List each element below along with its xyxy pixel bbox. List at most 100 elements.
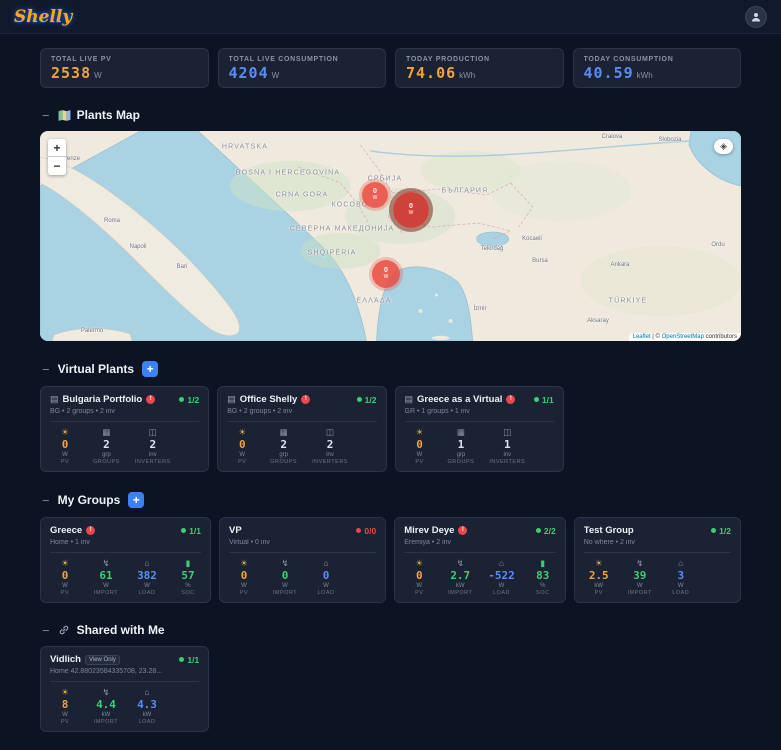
home-icon: ⌂: [678, 557, 684, 568]
stat-value: 1: [503, 437, 511, 451]
stat-number: 2538: [51, 64, 92, 82]
plant-card[interactable]: VP 0/0 Virtual • 0 inv ☀ 0 W PV ↯ 0 W IM…: [219, 517, 387, 604]
card-stat: ⌂ -522 W LOAD: [488, 558, 515, 597]
bolt-icon: ↯: [281, 557, 289, 568]
stat-unit: inv: [326, 451, 334, 458]
card-name: Greece: [50, 525, 83, 537]
battery-icon: ▮: [540, 557, 546, 568]
home-icon: ⌂: [498, 557, 505, 568]
zoom-in-button[interactable]: +: [48, 139, 66, 157]
plant-card[interactable]: ▤ Bulgaria Portfolio ! 1/2 BG • 2 groups…: [40, 386, 210, 473]
collapse-button[interactable]: −: [40, 109, 52, 122]
stat-unit: kW: [594, 582, 604, 589]
stat-unit: kWh: [636, 71, 653, 80]
shared-with-me-grid: Vidlich View Only 1/1 Home 42.8802358433…: [40, 646, 741, 733]
plants-map[interactable]: Firenze Hrvatska Bosna i Hercegovina Crna G…: [40, 131, 741, 341]
stat-unit: W: [282, 582, 288, 589]
stat-label: PV: [238, 459, 247, 466]
map-layers-control[interactable]: ◈: [714, 139, 733, 154]
stat-value: 4.4: [96, 697, 116, 711]
groups-icon: ▦: [102, 426, 111, 437]
stat-value: 40.59 kWh: [584, 66, 731, 81]
stat-unit: W: [241, 582, 247, 589]
stat-value: 8: [61, 697, 69, 711]
stat-label: INVERTERS: [134, 459, 171, 466]
stat-label: INVERTERS: [312, 459, 348, 466]
card-subtitle: Home • 1 inv: [50, 538, 90, 546]
building-icon: ▤: [227, 394, 236, 404]
stat-unit: inv: [148, 451, 157, 458]
card-stats-row: ☀ 2.5 kW PV ↯ 39 W IMPORT ⌂ 3 W LOAD: [584, 558, 731, 597]
stat-unit: W: [62, 711, 68, 718]
stat-unit: W: [239, 451, 246, 458]
status-dot: [533, 397, 539, 402]
home-icon: ⌂: [144, 686, 150, 697]
stat-label: IMPORT: [93, 719, 119, 726]
user-avatar-button[interactable]: [745, 5, 767, 28]
stat-value: 3: [677, 568, 685, 582]
status-dot: [535, 528, 541, 534]
groups-icon: ▦: [456, 426, 465, 437]
collapse-button[interactable]: −: [40, 624, 52, 637]
add-group-button[interactable]: +: [128, 492, 145, 509]
stat-number: 40.59: [583, 64, 634, 82]
stat-unit: grp: [102, 451, 111, 458]
stat-value: 2: [280, 437, 287, 451]
stat-value: 382: [137, 568, 157, 582]
divider: [229, 551, 377, 553]
card-stat: ⌂ 3 W LOAD: [668, 558, 694, 597]
leaflet-link[interactable]: Leaflet: [633, 334, 651, 340]
plant-cluster-marker[interactable]: 0W: [362, 182, 388, 208]
plant-card[interactable]: Greece ! 1/1 Home • 1 inv ☀ 0 W PV ↯ 61 …: [40, 517, 211, 604]
attribution-suffix: contributors: [703, 334, 737, 340]
status-count: 1/1: [189, 525, 201, 536]
plant-card[interactable]: Mirev Deye ! 2/2 Eremiya • 2 inv ☀ 0 W P…: [394, 517, 566, 604]
card-subtitle: BG • 2 groups • 2 inv: [227, 407, 293, 415]
plant-card[interactable]: ▤ Greece as a Virtual ! 1/1 GR • 1 group…: [394, 386, 564, 473]
card-stats-row: ☀ 0 W PV ▦ 2 grp GROUPS ◫ 2 inv INVERTER…: [227, 427, 376, 466]
stat-label: PV: [60, 719, 70, 726]
plant-card[interactable]: Vidlich View Only 1/1 Home 42.8802358433…: [40, 646, 210, 733]
sun-icon: ☀: [240, 557, 248, 568]
plant-card[interactable]: Test Group 1/2 No where • 2 inv ☀ 2.5 kW…: [573, 517, 741, 604]
plant-cluster-marker[interactable]: 0W: [393, 192, 429, 228]
collapse-button[interactable]: −: [40, 363, 52, 376]
shelly-logo[interactable]: Shelly: [14, 7, 72, 27]
plant-card[interactable]: ▤ Office Shelly ! 1/2 BG • 2 groups • 2 …: [217, 386, 387, 473]
sun-icon: ☀: [61, 686, 69, 697]
layers-icon: ◈: [720, 141, 727, 151]
card-stats-row: ☀ 0 W PV ↯ 0 W IMPORT ⌂ 0 W LOAD: [229, 558, 376, 597]
sun-icon: ☀: [61, 557, 69, 568]
divider: [50, 420, 200, 422]
add-virtual-plant-button[interactable]: +: [142, 361, 159, 377]
map-attribution: Leaflet | © OpenStreetMap contributors: [628, 333, 741, 341]
shared-with-me-section-head: − Shared with Me: [40, 623, 741, 637]
card-stats-row: ☀ 0 W PV ▦ 1 grp GROUPS ◫ 1 inv INVERTER…: [405, 427, 554, 466]
section-title: My Groups: [57, 493, 121, 508]
online-status: 1/2: [179, 395, 199, 405]
online-status: 1/2: [356, 395, 377, 405]
status-dot: [356, 528, 362, 534]
stat-value: 39: [633, 568, 647, 582]
card-stat: ◫ 2 inv INVERTERS: [312, 427, 348, 466]
card-stat: ☀ 0 W PV: [52, 427, 78, 466]
stat-label: PV: [60, 590, 70, 597]
card-name: Office Shelly: [239, 394, 298, 405]
stat-value: 1: [457, 437, 465, 451]
stat-value: 2.5: [588, 568, 609, 582]
stat-value: 57: [181, 568, 195, 582]
stat-label: IMPORT: [448, 590, 473, 597]
status-count: 1/2: [187, 394, 200, 405]
stat-unit: W: [144, 582, 150, 589]
stat-unit: inv: [503, 451, 512, 458]
live-stats-row: TOTAL LIVE PV 2538 W TOTAL LIVE CONSUMPTI…: [40, 48, 741, 88]
app-header: Shelly: [0, 0, 781, 34]
collapse-button[interactable]: −: [40, 494, 52, 507]
openstreetmap-link[interactable]: OpenStreetMap: [662, 334, 704, 340]
card-stat: ⌂ 382 W LOAD: [134, 558, 160, 597]
alert-badge: !: [146, 395, 156, 404]
stat-label: LOAD: [138, 719, 156, 726]
plant-cluster-marker[interactable]: 0W: [372, 260, 400, 288]
zoom-out-button[interactable]: −: [48, 157, 66, 175]
card-header: Vidlich View Only 1/1: [50, 654, 199, 665]
